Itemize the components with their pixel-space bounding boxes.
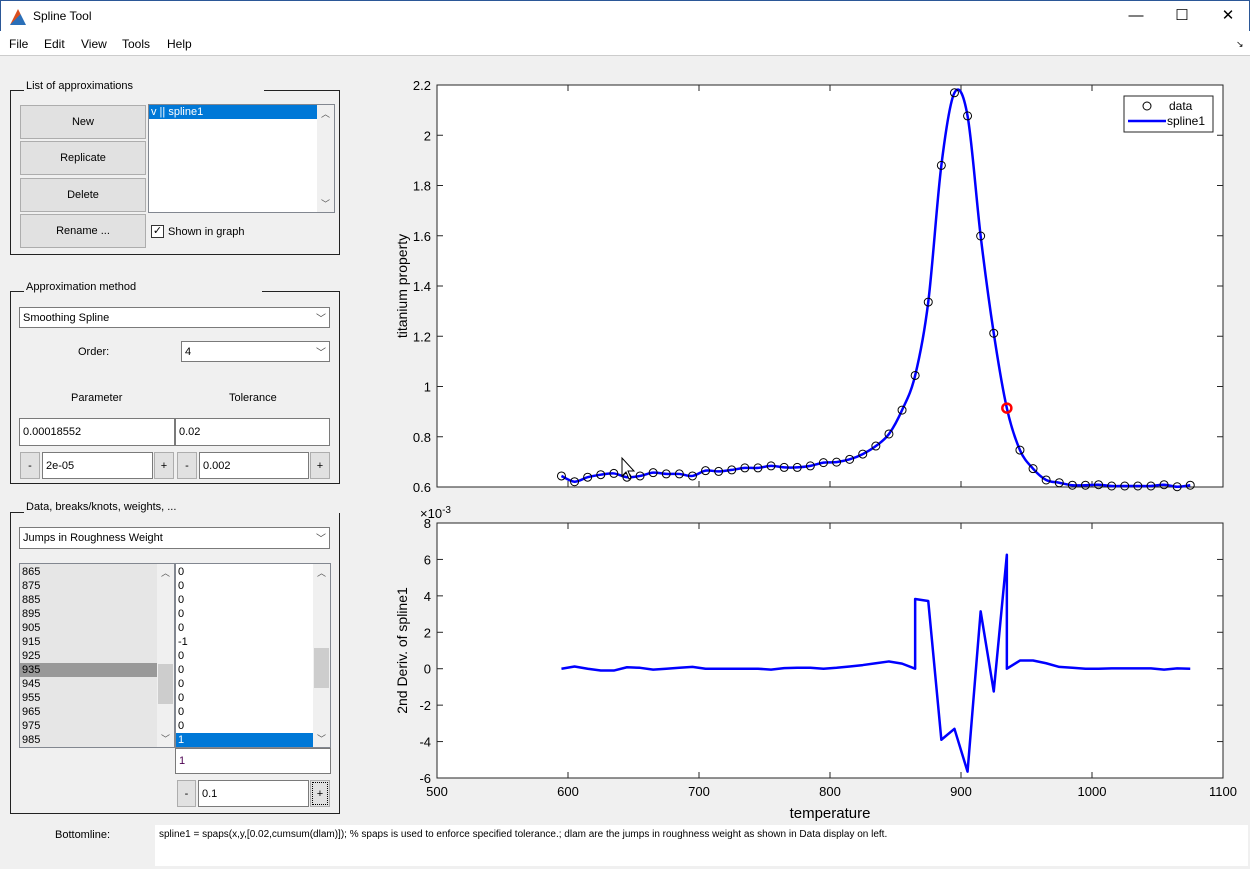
y-scale-exponent: -3: [442, 505, 451, 516]
x-tick-label: 800: [819, 784, 841, 799]
y-scale-base: ×10: [420, 506, 442, 521]
plot-area[interactable]: 0.6 0.8 1 1.2 1.4 1.6 1.8 2 2.2 titanium property…: [0, 0, 1250, 869]
y-tick-label: 1.8: [413, 179, 431, 194]
y-tick-label: 6: [424, 552, 431, 567]
x-tick-label: 1100: [1209, 784, 1237, 799]
legend-data-label: data: [1169, 99, 1193, 113]
y-tick-label: 0.8: [413, 430, 431, 445]
y-tick-label: 1: [424, 380, 431, 395]
y-scale-label: ×10-3: [420, 505, 451, 521]
y-tick-label: 1.6: [413, 229, 431, 244]
y-axis-label: titanium property: [394, 234, 410, 338]
legend-spline-label: spline1: [1167, 114, 1205, 128]
x-tick-label: 1000: [1078, 784, 1107, 799]
x-tick-label: 600: [557, 784, 579, 799]
x-tick-label: 500: [426, 784, 448, 799]
y-tick-label: -4: [419, 735, 431, 750]
x-tick-label: 700: [688, 784, 710, 799]
y-tick-label: 2: [424, 128, 431, 143]
y-tick-label: 2: [424, 625, 431, 640]
x-axis-label: temperature: [790, 805, 871, 822]
y-tick-label: -2: [419, 698, 431, 713]
y-tick-label: 1.2: [413, 329, 431, 344]
y-tick-label: 0: [424, 662, 431, 677]
y-tick-label: 1.4: [413, 279, 431, 294]
x-tick-label: 900: [950, 784, 972, 799]
axes-box: [436, 84, 1224, 488]
y-tick-label: 4: [424, 589, 431, 604]
y-tick-label: -6: [419, 771, 431, 786]
axes-box: [436, 522, 1224, 779]
y-tick-label: 0.6: [413, 480, 431, 495]
y-tick-label: 2.2: [413, 78, 431, 93]
y-axis-label: 2nd Deriv. of spline1: [394, 587, 410, 714]
